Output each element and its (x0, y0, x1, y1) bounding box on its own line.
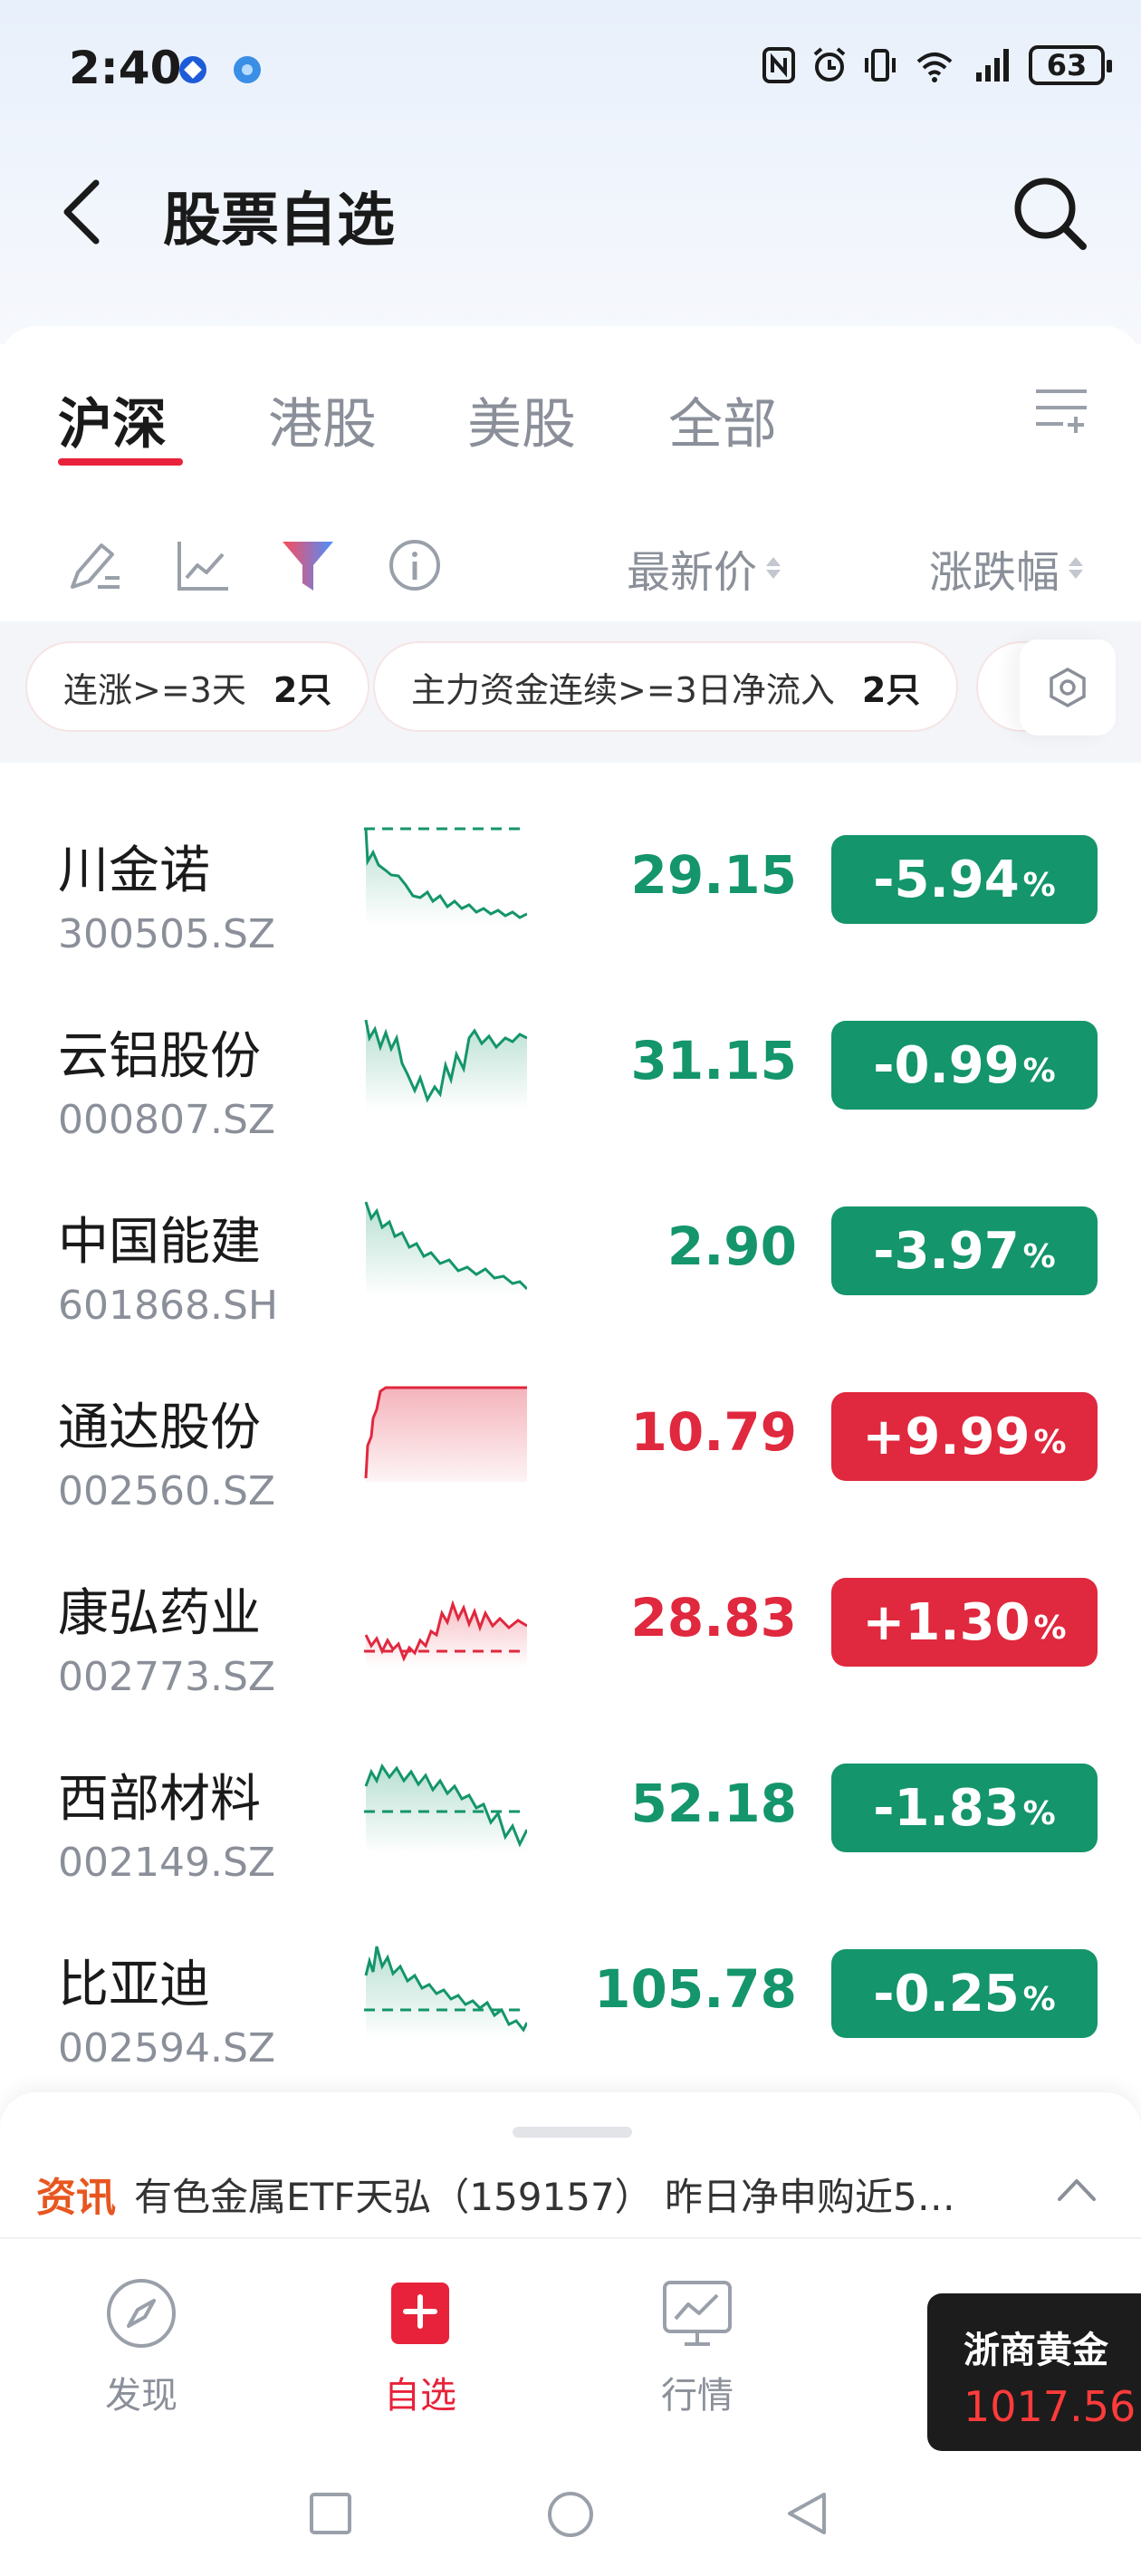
sheet-drag-handle[interactable] (513, 2127, 632, 2138)
list-toolbar: 最新价 涨跌幅 (0, 525, 1141, 616)
filter-chip-bar: 连涨>=3天 2只 主力资金连续>=3日净流入 2只 (0, 621, 1141, 763)
back-arrow-icon[interactable] (56, 176, 110, 248)
widget-stock-name: 浙商黄金 (964, 2330, 1108, 2371)
stock-name: 云铝股份 (58, 1027, 261, 1086)
stock-row[interactable]: 云铝股份 000807.SZ 31.15 -0.99% (0, 961, 1141, 1147)
stock-name: 西部材料 (58, 1770, 261, 1829)
wifi-icon (916, 53, 953, 82)
page-header: 股票自选 (0, 154, 1141, 272)
compass-icon (107, 2279, 176, 2348)
intraday-sparkline (364, 1201, 527, 1296)
stock-name: 康弘药业 (58, 1584, 261, 1643)
stock-row[interactable]: 通达股份 002560.SZ 10.79 +9.99% (0, 1332, 1141, 1518)
stock-code: 000807.SZ (58, 1097, 276, 1143)
chevron-up-icon[interactable] (1054, 2170, 1099, 2206)
tab-shanghai-shenzhen[interactable]: 沪深 (58, 380, 167, 459)
info-icon[interactable] (386, 536, 444, 594)
stock-name: 比亚迪 (58, 1956, 210, 2014)
nfc-icon (762, 47, 795, 83)
active-tab-indicator (58, 458, 183, 466)
stock-code: 002594.SZ (58, 2025, 276, 2071)
stock-name: 中国能建 (58, 1213, 261, 1272)
intraday-sparkline (364, 1946, 527, 2039)
intraday-sparkline (364, 827, 527, 925)
status-bar: 2:40 63 (0, 0, 1141, 136)
change-badge: -5.94% (831, 835, 1098, 924)
vibrate-icon (865, 49, 896, 82)
signal-icon (976, 49, 1009, 82)
filter-funnel-icon[interactable] (279, 536, 337, 594)
manage-list-icon[interactable] (1032, 380, 1090, 438)
nav-watchlist[interactable]: 自选 (330, 2275, 511, 2418)
stock-price: 31.15 (630, 1030, 797, 1091)
tab-us-stocks[interactable]: 美股 (467, 380, 576, 459)
stock-name: 通达股份 (58, 1399, 261, 1457)
stock-row[interactable]: 康弘药业 002773.SZ 28.83 +1.30% (0, 1518, 1141, 1704)
nav-discover[interactable]: 发现 (51, 2275, 232, 2418)
search-icon[interactable] (1009, 172, 1090, 254)
intraday-sparkline (364, 1386, 527, 1482)
edit-icon[interactable] (65, 536, 123, 594)
stock-price: 2.90 (666, 1216, 797, 1277)
market-chart-icon (663, 2281, 732, 2346)
sort-arrows-icon (1069, 557, 1084, 579)
widget-stock-price: 1017.56 (964, 2382, 1136, 2431)
stock-price: 28.83 (630, 1587, 797, 1648)
hexagon-settings-icon (1050, 667, 1086, 708)
recent-apps-icon[interactable] (308, 2491, 353, 2536)
change-badge: -0.99% (831, 1021, 1098, 1110)
market-tabs: 沪深 港股 美股 全部 (0, 353, 1141, 489)
stock-code: 601868.SH (58, 1283, 278, 1329)
change-badge: +1.30% (831, 1578, 1098, 1667)
stock-row[interactable]: 西部材料 002149.SZ 52.18 -1.83% (0, 1704, 1141, 1889)
back-triangle-icon[interactable] (784, 2491, 829, 2536)
stock-price: 105.78 (594, 1958, 797, 2020)
news-ticker-sheet[interactable]: 资讯 有色金属ETF天弘（159157） 昨日净申购近5… (0, 2092, 1141, 2237)
status-icons: 63 (761, 45, 1112, 85)
stock-row[interactable]: 比亚迪 002594.SZ 105.78 -0.25% (0, 1889, 1141, 2075)
stock-row[interactable]: 中国能建 601868.SH 2.90 -3.97% (0, 1147, 1141, 1332)
stock-code: 002149.SZ (58, 1840, 276, 1886)
alarm-icon (813, 47, 846, 82)
floating-quote-widget[interactable]: 浙商黄金 1017.56 (927, 2293, 1141, 2451)
change-badge: -0.25% (831, 1949, 1098, 2038)
stock-price: 52.18 (630, 1773, 797, 1834)
system-navigation-bar (0, 2455, 1141, 2576)
sort-arrows-icon (766, 557, 781, 579)
home-icon[interactable] (545, 2489, 596, 2540)
nav-market[interactable]: 行情 (607, 2275, 788, 2418)
change-badge: -1.83% (831, 1764, 1098, 1852)
status-time: 2:40 (69, 42, 182, 94)
page-title: 股票自选 (163, 187, 395, 255)
news-tag: 资讯 (36, 2175, 116, 2221)
intraday-sparkline (364, 1763, 527, 1853)
app-notification-icon (179, 56, 206, 83)
stock-code: 002773.SZ (58, 1654, 276, 1700)
stock-name: 川金诺 (58, 841, 210, 900)
change-pct-header[interactable]: 涨跌幅 (929, 536, 1084, 600)
tab-all[interactable]: 全部 (668, 380, 777, 459)
intraday-sparkline (364, 1019, 527, 1110)
filter-settings-button[interactable] (1020, 639, 1116, 735)
stock-code: 002560.SZ (58, 1468, 276, 1514)
app-notification-icon-2 (234, 56, 261, 83)
stock-code: 300505.SZ (58, 911, 276, 957)
tab-hong-kong[interactable]: 港股 (268, 380, 377, 459)
battery-icon: 63 (1029, 45, 1112, 85)
stock-row[interactable]: 川金诺 300505.SZ 29.15 -5.94% (0, 775, 1141, 961)
news-headline[interactable]: 有色金属ETF天弘（159157） 昨日净申购近5… (134, 2167, 1031, 2222)
intraday-sparkline (364, 1600, 527, 1668)
change-badge: +9.99% (831, 1392, 1098, 1481)
change-badge: -3.97% (831, 1206, 1098, 1295)
trend-chart-icon[interactable] (174, 536, 232, 594)
latest-price-header[interactable]: 最新价 (627, 536, 781, 600)
filter-chip-capital-inflow[interactable]: 主力资金连续>=3日净流入 2只 (373, 641, 959, 732)
filter-chip-consecutive-rise[interactable]: 连涨>=3天 2只 (25, 641, 370, 732)
add-watchlist-icon (391, 2283, 449, 2344)
stock-price: 29.15 (630, 844, 797, 906)
stock-price: 10.79 (630, 1401, 797, 1463)
